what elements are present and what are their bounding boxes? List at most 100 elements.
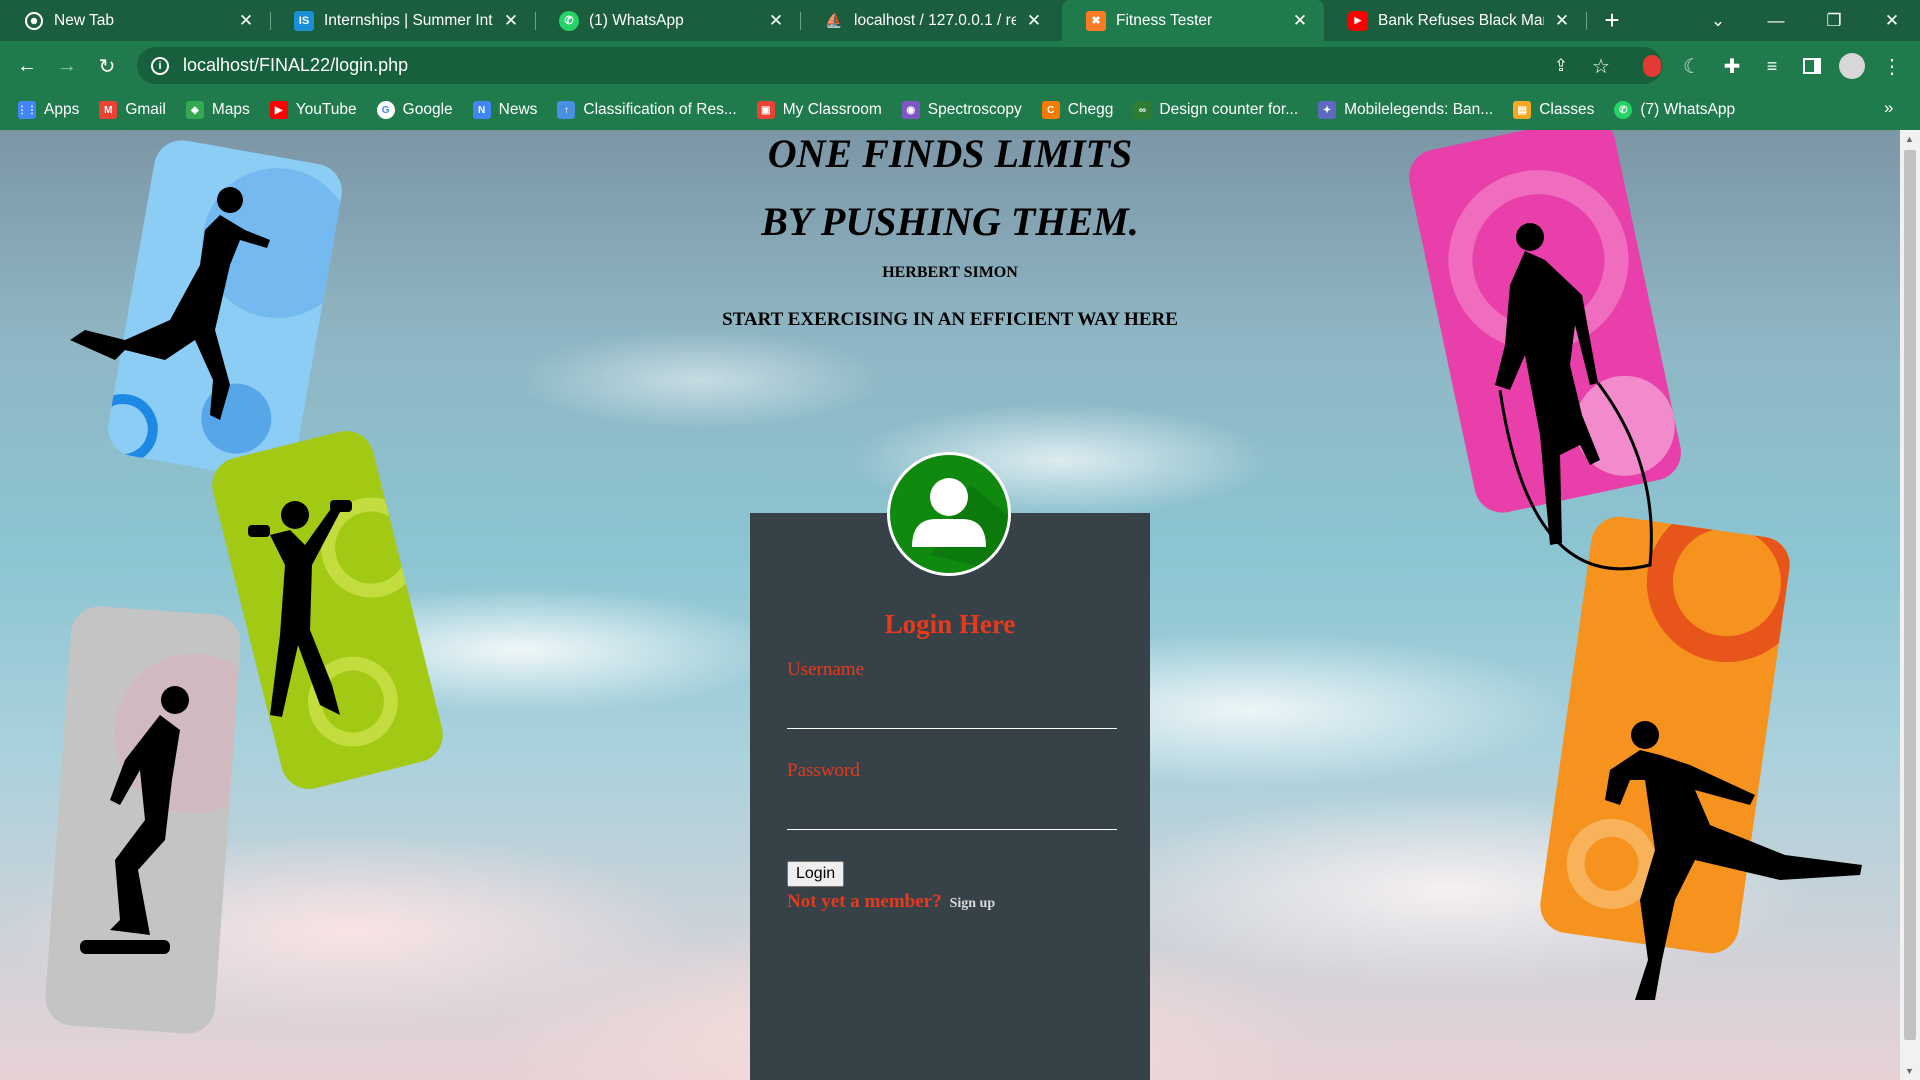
bookmark-label: Design counter for... <box>1159 101 1299 118</box>
bookmark-star-icon[interactable]: ☆ <box>1585 50 1617 82</box>
classes-icon: ▤ <box>1513 101 1532 119</box>
media-queue-icon[interactable]: ≡ <box>1756 50 1788 82</box>
username-input[interactable] <box>787 693 1117 729</box>
side-panel-icon[interactable] <box>1796 50 1828 82</box>
reload-icon[interactable]: ↻ <box>91 50 123 82</box>
bookmark-label: Mobilelegends: Ban... <box>1344 101 1494 118</box>
quote-line-1: ONE FINDS LIMITS <box>767 131 1133 176</box>
close-icon[interactable]: ✕ <box>766 11 786 31</box>
scrollbar-thumb[interactable] <box>1904 150 1916 1040</box>
tab-label: Fitness Tester <box>1116 11 1213 29</box>
tab-label: Internships | Summer Intern <box>324 11 493 29</box>
whatsapp-icon: ✆ <box>559 10 579 31</box>
close-icon[interactable]: ✕ <box>1290 11 1310 31</box>
tab-fitness-tester[interactable]: ✖ Fitness Tester ✕ <box>1062 0 1324 41</box>
bookmark-label: Google <box>402 101 453 118</box>
password-label: Password <box>787 760 860 781</box>
stepper-woman-silhouette-image <box>80 686 189 954</box>
bookmark-item[interactable]: C Chegg <box>1041 101 1114 119</box>
youtube-icon: ▶ <box>269 101 288 119</box>
quote-line-2: BY PUSHING THEM. <box>761 199 1139 244</box>
minimize-button[interactable]: — <box>1748 0 1804 41</box>
username-label: Username <box>787 659 865 680</box>
bookmark-item[interactable]: G Google <box>376 101 453 119</box>
dumbbell-woman-silhouette-image <box>248 500 352 717</box>
bookmark-label: Spectroscopy <box>927 101 1022 118</box>
bookmark-label: (7) WhatsApp <box>1640 101 1736 118</box>
bookmarks-more-icon[interactable]: » <box>1884 98 1902 118</box>
login-button[interactable]: Login <box>787 861 845 887</box>
bookmark-item[interactable]: M Gmail <box>99 101 166 119</box>
bookmark-item[interactable]: ⋮⋮ Apps <box>17 101 79 119</box>
internshala-icon: IS <box>294 10 314 31</box>
bookmark-label: Chegg <box>1067 101 1114 118</box>
classroom-icon: ▣ <box>756 101 775 119</box>
bookmark-label: News <box>498 101 538 118</box>
bookmark-label: Maps <box>211 101 250 118</box>
quote-author: HERBERT SIMON <box>882 264 1018 281</box>
bookmark-item[interactable]: ∞ Design counter for... <box>1133 101 1298 119</box>
browser-toolbar: ← → ↻ i localhost/FINAL22/login.php ⇪ ☆ … <box>0 41 1920 90</box>
close-icon[interactable]: ✕ <box>501 11 521 31</box>
moon-extension-icon[interactable]: ☾ <box>1676 50 1708 82</box>
bookmark-label: YouTube <box>295 101 357 118</box>
close-icon[interactable]: ✕ <box>236 11 256 31</box>
forward-arrow-icon[interactable]: → <box>51 50 83 82</box>
window-close-button[interactable]: ✕ <box>1864 0 1920 41</box>
extensions-puzzle-icon[interactable]: ✚ <box>1716 50 1748 82</box>
address-text[interactable]: localhost/FINAL22/login.php <box>183 55 408 76</box>
menu-kebab-icon[interactable]: ⋮ <box>1876 50 1908 82</box>
signup-link[interactable]: Sign up <box>950 896 996 911</box>
tab-phpmyadmin[interactable]: ⛵ localhost / 127.0.0.1 / regist ✕ <box>800 0 1058 41</box>
bookmark-item[interactable]: ↑ Classification of Res... <box>557 101 737 119</box>
tab-youtube-video[interactable]: ▶ Bank Refuses Black Man To ✕ <box>1324 0 1586 41</box>
whatsapp-icon: ✆ <box>1614 101 1633 119</box>
extension-red-icon[interactable] <box>1636 50 1668 82</box>
tab-internships[interactable]: IS Internships | Summer Intern ✕ <box>270 0 535 41</box>
restore-button[interactable]: ❐ <box>1806 0 1862 41</box>
close-icon[interactable]: ✕ <box>1552 11 1572 31</box>
new-tab-button[interactable]: + <box>1584 0 1640 41</box>
scroll-up-arrow-icon[interactable]: ▲ <box>1905 134 1914 144</box>
bookmarks-bar: ⋮⋮ Apps M Gmail ◆ Maps ▶ YouTube G Google N News ↑ Cl… <box>0 90 1920 130</box>
profile-avatar[interactable] <box>1836 50 1868 82</box>
close-icon[interactable]: ✕ <box>1024 11 1044 31</box>
tab-label: (1) WhatsApp <box>589 11 684 29</box>
youtube-icon: ▶ <box>1348 10 1368 31</box>
bookmark-item[interactable]: ▤ Classes <box>1513 101 1594 119</box>
site-info-icon[interactable]: i <box>151 56 169 75</box>
user-avatar-icon <box>887 452 1011 576</box>
apps-grid-icon: ⋮⋮ <box>17 101 37 119</box>
tab-whatsapp[interactable]: ✆ (1) WhatsApp ✕ <box>535 0 800 41</box>
bookmark-item[interactable]: ▶ YouTube <box>269 101 357 119</box>
tab-label: New Tab <box>54 11 115 29</box>
bookmark-item[interactable]: ▣ My Classroom <box>756 101 882 119</box>
page-scrollbar[interactable]: ▲ ▼ <box>1900 130 1920 1080</box>
bookmark-item[interactable]: ◉ Spectroscopy <box>901 101 1022 119</box>
signup-row: Not yet a member? Sign up <box>787 891 995 913</box>
link-icon: ∞ <box>1133 101 1152 119</box>
bookmark-item[interactable]: N News <box>472 101 538 119</box>
login-title: Login Here <box>884 609 1016 639</box>
tagline: START EXERCISING IN AN EFFICIENT WAY HER… <box>722 309 1178 330</box>
google-icon: G <box>376 101 395 119</box>
upload-icon: ↑ <box>557 101 576 119</box>
address-bar[interactable]: i localhost/FINAL22/login.php <box>137 47 1662 84</box>
bookmark-item[interactable]: ✆ (7) WhatsApp <box>1614 101 1735 119</box>
share-icon[interactable]: ⇪ <box>1545 50 1577 82</box>
news-icon: N <box>472 101 491 119</box>
password-input[interactable] <box>787 794 1117 830</box>
login-panel: Login Here Username Password Login Not y… <box>750 513 1150 1080</box>
bookmark-label: Classes <box>1539 101 1595 118</box>
bookmark-item[interactable]: ✦ Mobilelegends: Ban... <box>1318 101 1493 119</box>
bookmark-item[interactable]: ◆ Maps <box>185 101 250 119</box>
tab-search-dropdown-icon[interactable]: ⌄ <box>1690 0 1746 41</box>
tab-new-tab[interactable]: New Tab ✕ <box>0 0 270 41</box>
back-arrow-icon[interactable]: ← <box>11 50 43 82</box>
bookmark-label: Classification of Res... <box>583 101 737 118</box>
bookmark-label: My Classroom <box>782 101 882 118</box>
bookmark-label: Gmail <box>125 101 166 118</box>
scroll-down-arrow-icon[interactable]: ▼ <box>1905 1066 1914 1076</box>
phpmyadmin-icon: ⛵ <box>825 12 843 28</box>
signup-prompt: Not yet a member? <box>787 891 942 912</box>
